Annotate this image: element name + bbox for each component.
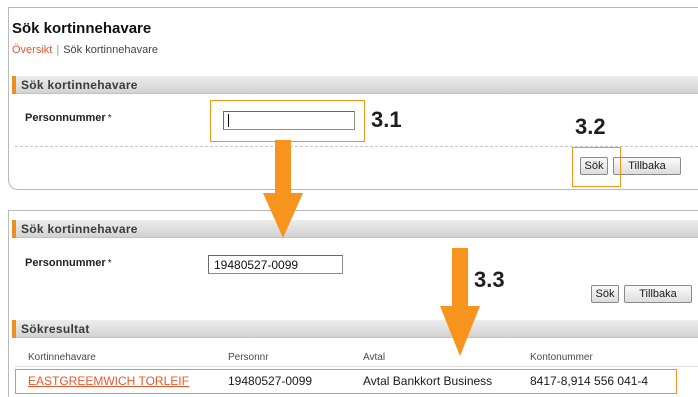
- step-label-3-2: 3.2: [575, 114, 606, 139]
- personnummer-label-text: Personnummer: [25, 257, 106, 269]
- section-title: Sökresultat: [21, 322, 90, 336]
- section-title: Sök kortinnehavare: [21, 78, 138, 92]
- annotation-box-search-button: [572, 147, 621, 187]
- personnummer-label-text: Personnummer: [25, 112, 106, 124]
- column-header-kortinnehavare: Kortinnehavare: [28, 352, 96, 363]
- breadcrumb-separator: |: [56, 44, 60, 56]
- required-marker: *: [107, 258, 112, 269]
- column-header-kontonummer: Kontonummer: [530, 352, 593, 363]
- section-accent: [12, 220, 16, 238]
- breadcrumb: Översikt | Sök kortinnehavare: [12, 44, 158, 57]
- column-header-avtal: Avtal: [363, 352, 386, 363]
- back-button[interactable]: Tillbaka: [613, 157, 681, 175]
- section-accent: [12, 76, 16, 94]
- annotation-box-result-row: [15, 369, 677, 394]
- column-header-personnr: Personnr: [228, 352, 269, 363]
- section-header-results: Sökresultat: [12, 320, 698, 338]
- breadcrumb-current: Sök kortinnehavare: [63, 44, 158, 56]
- page-title: Sök kortinnehavare: [12, 20, 152, 37]
- arrow-down-icon: [263, 140, 303, 238]
- table-header-divider: [15, 366, 698, 367]
- breadcrumb-link-oversikt[interactable]: Översikt: [12, 44, 52, 56]
- personnummer-label: Personnummer *: [25, 257, 112, 270]
- search-button[interactable]: Sök: [591, 285, 619, 303]
- annotation-box-input: [210, 100, 365, 142]
- personnummer-label: Personnummer *: [25, 112, 112, 125]
- step-label-3-1: 3.1: [371, 107, 402, 132]
- section-accent: [12, 320, 16, 338]
- required-marker: *: [107, 113, 112, 124]
- section-header-search: Sök kortinnehavare: [12, 76, 698, 94]
- section-header-search-filled: Sök kortinnehavare: [12, 220, 698, 238]
- back-button[interactable]: Tillbaka: [624, 285, 692, 303]
- section-title: Sök kortinnehavare: [21, 222, 138, 236]
- arrow-down-icon: [440, 248, 480, 356]
- personnummer-input-filled[interactable]: [208, 255, 343, 274]
